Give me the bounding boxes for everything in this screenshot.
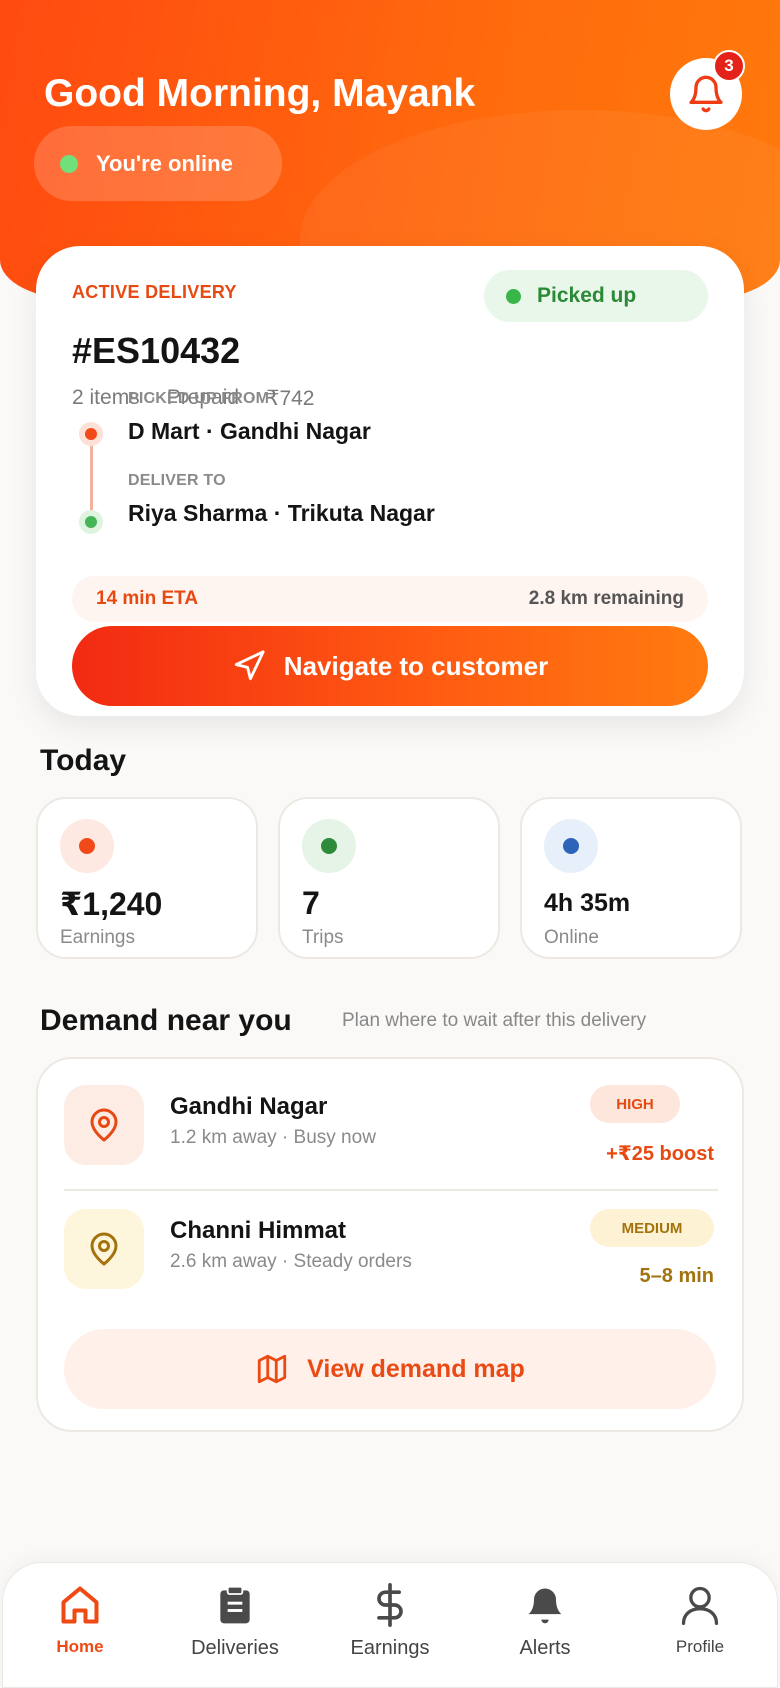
pickup-dot — [79, 422, 103, 446]
active-delivery-card: ACTIVE DELIVERY Picked up #ES10432 2 ite… — [36, 246, 744, 716]
user-icon — [681, 1586, 719, 1625]
online-status-toggle[interactable]: You're online — [34, 126, 282, 201]
bottom-navigation: Home Deliveries Earnings Alerts Profile — [2, 1562, 778, 1688]
dropoff-dot — [79, 510, 103, 534]
dollar-icon — [377, 1583, 403, 1627]
nav-item-profile[interactable]: Profile — [625, 1563, 775, 1688]
stat-label: Online — [544, 927, 599, 948]
dropoff-label: DELIVER TO — [128, 472, 226, 489]
demand-level-badge: MEDIUM — [590, 1209, 714, 1247]
view-demand-map-button[interactable]: View demand map — [64, 1329, 716, 1409]
stat-card-earnings[interactable]: ₹1,240 Earnings — [36, 797, 258, 959]
stat-label: Trips — [302, 927, 344, 948]
route-line — [90, 436, 93, 514]
nav-item-alerts[interactable]: Alerts — [470, 1563, 620, 1688]
divider — [64, 1189, 718, 1191]
navigation-arrow-icon — [234, 650, 265, 681]
distance-text: 2.8 km remaining — [528, 588, 684, 609]
nav-label: Home — [56, 1637, 104, 1656]
nav-item-earnings[interactable]: Earnings — [315, 1563, 465, 1688]
online-indicator-icon — [544, 819, 598, 873]
nav-label: Alerts — [519, 1637, 571, 1659]
demand-level-badge: HIGH — [590, 1085, 680, 1123]
home-icon — [61, 1586, 99, 1624]
nav-item-deliveries[interactable]: Deliveries — [160, 1563, 310, 1688]
eta-text: 14 min ETA — [96, 588, 199, 609]
zone-details: 2.6 km away · Steady orders — [170, 1251, 412, 1272]
zone-name[interactable]: Gandhi Nagar — [170, 1093, 327, 1121]
nav-label: Deliveries — [191, 1637, 279, 1659]
stat-value: 7 — [302, 885, 320, 921]
navigate-button[interactable]: Navigate to customer — [72, 626, 708, 706]
pickup-label: PICKED UP FROM — [128, 390, 270, 407]
location-pin-icon — [64, 1209, 144, 1289]
bell-icon — [689, 75, 723, 113]
zone-details: 1.2 km away · Busy now — [170, 1127, 376, 1148]
stat-value: 4h 35m — [544, 889, 631, 917]
nav-label: Profile — [675, 1637, 725, 1656]
demand-subtitle: Plan where to wait after this delivery — [342, 1010, 647, 1031]
stat-card-online[interactable]: 4h 35m Online — [520, 797, 742, 959]
status-badge: Picked up — [484, 270, 708, 322]
map-icon — [257, 1354, 287, 1384]
earnings-indicator-icon — [60, 819, 114, 873]
online-dot — [60, 154, 78, 173]
trips-indicator-icon — [302, 819, 356, 873]
view-demand-map-label: View demand map — [307, 1354, 525, 1383]
pickup-location: D Mart · Gandhi Nagar — [128, 418, 371, 444]
order-amount: ₹742 — [266, 387, 315, 410]
zone-extra: +₹25 boost — [606, 1143, 714, 1165]
zone-name[interactable]: Channi Himmat — [170, 1217, 346, 1245]
stat-card-trips[interactable]: 7 Trips — [278, 797, 500, 959]
nav-label: Earnings — [350, 1637, 430, 1659]
notification-badge: 3 — [713, 50, 745, 82]
clipboard-icon — [220, 1585, 250, 1624]
demand-title: Demand near you — [40, 1004, 292, 1037]
greeting-text: Good Morning, Mayank — [44, 72, 476, 115]
dropoff-location: Riya Sharma · Trikuta Nagar — [128, 500, 435, 526]
location-pin-icon — [64, 1085, 144, 1165]
eta-bar: 14 min ETA 2.8 km remaining — [72, 576, 708, 622]
order-id: #ES10432 — [72, 330, 241, 371]
navigate-button-label: Navigate to customer — [283, 650, 549, 681]
demand-card: Gandhi Nagar 1.2 km away · Busy now HIGH… — [36, 1057, 744, 1432]
online-status-text: You're online — [96, 150, 233, 176]
status-dot — [506, 288, 521, 304]
active-delivery-label: ACTIVE DELIVERY — [72, 282, 237, 302]
stat-value: ₹1,240 — [60, 886, 163, 922]
bell-icon — [528, 1588, 562, 1624]
nav-item-home[interactable]: Home — [5, 1563, 155, 1688]
stat-label: Earnings — [60, 927, 135, 948]
zone-extra: 5–8 min — [639, 1265, 714, 1287]
today-title: Today — [40, 744, 127, 777]
status-text: Picked up — [537, 284, 637, 307]
